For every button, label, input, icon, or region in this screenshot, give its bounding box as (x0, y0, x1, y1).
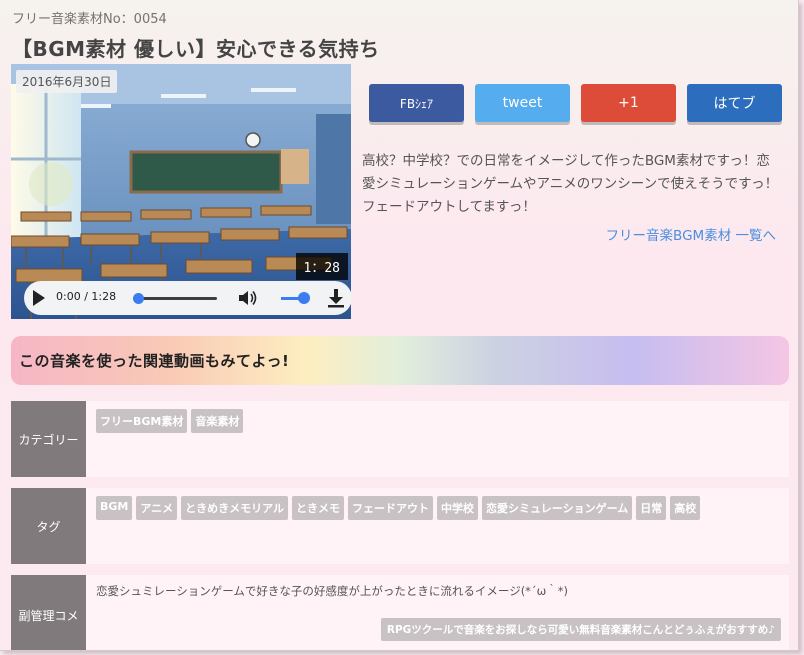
facebook-share-button[interactable]: FBｼｪｱ (369, 84, 464, 122)
play-icon[interactable] (33, 290, 45, 306)
progress-slider[interactable] (133, 293, 217, 304)
page-title: 【BGM素材 優しい】安心できる気持ち (12, 37, 380, 61)
category-chip[interactable]: フリーBGM素材 (96, 409, 188, 433)
tag-chip[interactable]: ときめきメモリアル (181, 496, 289, 520)
category-chips: フリーBGM素材 音楽素材 (96, 409, 783, 433)
related-videos-banner: この音楽を使った関連動画もみてよっ! (11, 336, 789, 385)
hatena-bookmark-button[interactable]: はてブ (687, 84, 782, 122)
google-plus-button[interactable]: +1 (581, 84, 676, 122)
tag-chip[interactable]: BGM (96, 496, 133, 520)
volume-knob[interactable] (298, 292, 310, 304)
date-badge: 2016年6月30日 (16, 70, 118, 93)
download-icon[interactable] (327, 288, 345, 308)
tag-chip[interactable]: ときメモ (292, 496, 345, 520)
bgm-list-link[interactable]: フリー音楽BGM素材 一覧へ (606, 224, 776, 244)
admin-comment-label: 副管理コメ (11, 575, 86, 650)
tag-label: タグ (11, 488, 86, 564)
media-thumbnail: 2016年6月30日 1：28 0:00 / 1:28 (11, 64, 351, 319)
tweet-button[interactable]: tweet (475, 84, 570, 122)
tag-chip[interactable]: アニメ (136, 496, 178, 520)
tag-chips: BGM アニメ ときめきメモリアル ときメモ フェードアウト 中学校 恋愛シミュ… (96, 496, 783, 520)
category-chip[interactable]: 音楽素材 (191, 409, 244, 433)
category-row: カテゴリー フリーBGM素材 音楽素材 (11, 401, 789, 477)
audio-player[interactable]: 0:00 / 1:28 (24, 281, 351, 315)
category-label: カテゴリー (11, 401, 86, 477)
volume-icon[interactable] (238, 290, 258, 306)
tag-chip[interactable]: 高校 (670, 496, 701, 520)
progress-knob[interactable] (133, 293, 144, 304)
description-text: 高校？中学校？での日常をイメージして作ったBGM素材ですっ！恋愛シミュレーション… (362, 153, 779, 215)
tag-chip[interactable]: 中学校 (437, 496, 479, 520)
admin-comment-row: 副管理コメ 恋愛シュミレーションゲームで好きな子の好感度が上がったときに流れるイ… (11, 575, 789, 650)
page-frame: フリー音楽素材No：0054 【BGM素材 優しい】安心できる気持ち 2016年… (0, 0, 799, 651)
related-videos-heading: この音楽を使った関連動画もみてよっ! (19, 352, 290, 370)
tag-chip[interactable]: 恋愛シミュレーションゲーム (482, 496, 633, 520)
admin-comment-text: 恋愛シュミレーションゲームで好きな子の好感度が上がったときに流れるイメージ(*´… (96, 584, 569, 598)
tag-chip[interactable]: フェードアウト (348, 496, 434, 520)
player-time: 0:00 / 1:28 (56, 290, 117, 303)
music-number: フリー音楽素材No：0054 (12, 12, 167, 27)
recommend-link[interactable]: RPGツクールで音楽をお探しなら可愛い無料音楽素材こんとどぅふぇがおすすめ♪ (380, 618, 781, 641)
tag-chip[interactable]: 日常 (636, 496, 667, 520)
tag-row: タグ BGM アニメ ときめきメモリアル ときメモ フェードアウト 中学校 恋愛… (11, 488, 789, 564)
duration-badge: 1：28 (295, 253, 348, 280)
